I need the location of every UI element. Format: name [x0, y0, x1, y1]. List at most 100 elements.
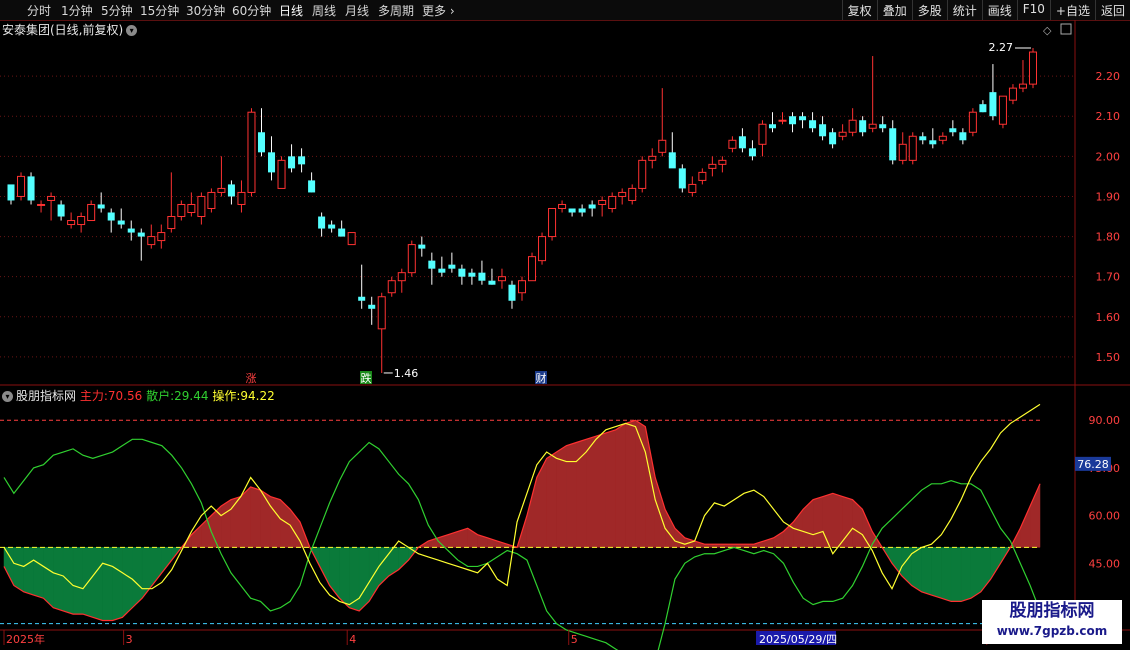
candle-body	[418, 244, 426, 249]
main-force-area	[33, 547, 44, 599]
candle-body	[77, 216, 86, 226]
candle-body	[789, 116, 797, 125]
candle-body	[938, 135, 947, 141]
candle-body	[27, 176, 35, 201]
candle-body	[257, 132, 266, 153]
candle-body	[478, 272, 486, 281]
price-tick-label: 1.90	[1096, 190, 1121, 203]
candle-body	[859, 120, 867, 133]
main-force-area	[566, 442, 577, 548]
main-force-area	[970, 547, 982, 599]
main-force-area	[852, 499, 863, 548]
candle-body	[468, 272, 476, 277]
price-tick-label: 2.10	[1096, 110, 1121, 123]
candle-body	[47, 195, 56, 201]
candle-body	[358, 296, 366, 301]
main-force-area	[950, 547, 962, 602]
candle-body	[658, 139, 667, 153]
candle-body	[207, 191, 216, 209]
main-force-area	[625, 419, 636, 548]
candle-body	[488, 280, 496, 285]
candle-body	[678, 168, 686, 189]
candle-body	[67, 220, 76, 226]
main-force-area	[270, 496, 281, 548]
indicator-tick-label: 45.00	[1089, 557, 1121, 570]
date-cursor-label: 2025/05/29/四	[759, 633, 837, 646]
candle-body	[97, 204, 105, 209]
x-axis-label: 5	[571, 633, 578, 646]
main-force-area	[674, 527, 686, 548]
candle-body	[318, 216, 326, 229]
price-tick-label: 1.50	[1096, 351, 1121, 364]
price-tick-label: 1.80	[1096, 231, 1121, 244]
candle-body	[137, 232, 145, 237]
candle-body	[648, 155, 657, 161]
price-tick-label: 1.60	[1096, 311, 1121, 324]
main-force-area	[122, 547, 133, 618]
candle-body	[748, 148, 756, 157]
candle-body	[308, 180, 316, 193]
stock-chart[interactable]: 2.20 2.10 2.00 1.90 1.80 1.70 1.60 1.50 2.27 1.46…	[0, 0, 1130, 650]
candle-body	[628, 187, 637, 201]
main-force-area	[250, 486, 261, 548]
candle-body	[37, 203, 46, 206]
main-force-area	[319, 547, 330, 586]
main-force-area	[595, 432, 607, 548]
main-force-area	[812, 496, 824, 548]
main-force-area	[23, 547, 34, 596]
candle-body	[347, 232, 356, 246]
x-axis-label: 4	[349, 633, 356, 646]
candle-body	[898, 143, 907, 161]
candle-body	[819, 124, 827, 137]
candle-body	[277, 159, 286, 189]
candle-body	[497, 276, 506, 282]
candle-body	[968, 111, 977, 133]
candle-body	[197, 195, 206, 218]
price-tick-label: 2.20	[1096, 70, 1121, 83]
main-force-area	[339, 547, 350, 609]
candle-body	[728, 139, 737, 149]
main-force-area	[536, 458, 547, 548]
watermark-logo: 股朋指标网 www.7gpzb.com	[982, 600, 1122, 644]
main-force-area	[112, 547, 123, 621]
main-force-area	[921, 547, 932, 596]
candle-body	[298, 156, 306, 165]
main-force-area	[13, 547, 24, 593]
main-force-area	[220, 499, 232, 548]
main-force-area	[132, 547, 143, 609]
candle-body	[799, 116, 807, 121]
candle-body	[7, 184, 15, 201]
candle-body	[448, 264, 456, 269]
candle-body	[528, 256, 537, 282]
main-force-area	[773, 531, 784, 548]
price-tick-label: 2.00	[1096, 150, 1121, 163]
candle-body	[588, 204, 596, 209]
main-force-area	[645, 426, 656, 548]
main-force-area	[546, 451, 557, 548]
x-axis-label: 3	[126, 633, 133, 646]
candle-body	[397, 272, 406, 282]
candle-body	[368, 304, 376, 309]
main-force-area	[615, 422, 626, 548]
candle-body	[237, 191, 246, 205]
candle-body	[57, 204, 65, 217]
candle-body	[618, 191, 627, 197]
candle-body	[1028, 51, 1037, 85]
candle-body	[217, 187, 226, 193]
candle-body	[758, 123, 767, 145]
candle-body	[338, 228, 346, 237]
candle-body	[288, 156, 296, 169]
candle-body	[809, 120, 817, 129]
marker-die: 跌	[361, 371, 372, 385]
main-force-area	[141, 547, 153, 599]
current-value-label: 76.28	[1077, 458, 1109, 471]
candle-body	[517, 280, 527, 294]
candle-body	[768, 124, 776, 129]
candle-body	[167, 216, 176, 230]
candle-body	[949, 128, 957, 133]
indicator-tick-label: 90.00	[1089, 414, 1121, 427]
candle-body	[17, 175, 26, 197]
candle-body	[698, 171, 707, 181]
candle-body	[608, 195, 617, 209]
candle-body	[959, 132, 967, 141]
